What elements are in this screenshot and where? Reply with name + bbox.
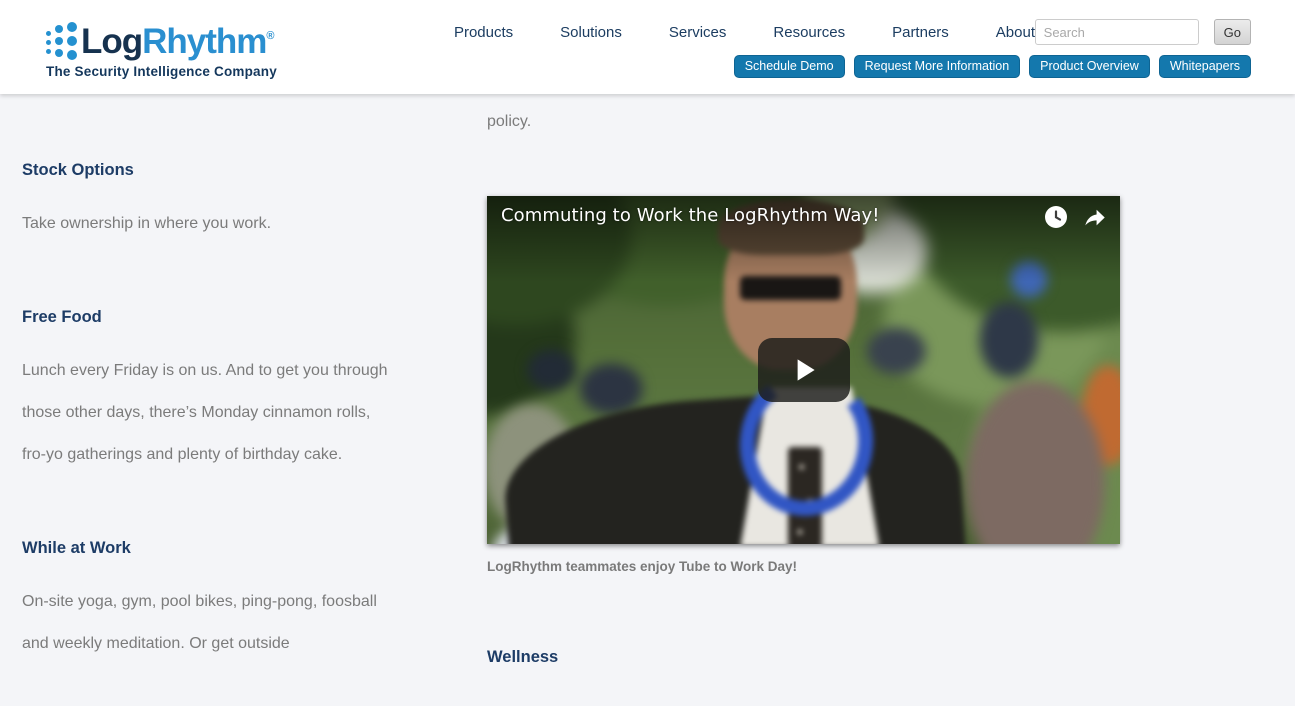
wellness-heading: Wellness bbox=[487, 647, 1120, 667]
registered-mark: ® bbox=[266, 30, 273, 42]
play-button[interactable] bbox=[758, 338, 850, 402]
nav-item-products[interactable]: Products bbox=[454, 24, 513, 41]
request-info-button[interactable]: Request More Information bbox=[854, 55, 1021, 78]
logrhythm-logo[interactable]: LogRhythm® The Security Intelligence Com… bbox=[46, 16, 277, 79]
nav-item-services[interactable]: Services bbox=[669, 24, 727, 41]
logo-word-log: Log bbox=[81, 22, 142, 61]
main-nav: Products Solutions Services Resources Pa… bbox=[454, 24, 1035, 41]
logo-tagline: The Security Intelligence Company bbox=[46, 64, 277, 79]
nav-item-solutions[interactable]: Solutions bbox=[560, 24, 622, 41]
product-overview-button[interactable]: Product Overview bbox=[1029, 55, 1150, 78]
nav-item-resources[interactable]: Resources bbox=[773, 24, 845, 41]
search-bar: Go bbox=[1035, 19, 1251, 45]
benefits-column: Stock Options Take ownership in where yo… bbox=[22, 94, 397, 665]
logo-wordmark: LogRhythm® bbox=[81, 16, 274, 62]
benefit-heading: Free Food bbox=[22, 307, 397, 327]
paragraph-tail: policy. bbox=[487, 101, 1120, 143]
nav-item-partners[interactable]: Partners bbox=[892, 24, 949, 41]
content-column: policy. Commuting to Work the LogRhythm … bbox=[487, 94, 1120, 667]
share-icon[interactable] bbox=[1082, 205, 1106, 229]
benefit-while-at-work: While at Work On-site yoga, gym, pool bi… bbox=[22, 538, 397, 665]
benefit-heading: While at Work bbox=[22, 538, 397, 558]
search-go-button[interactable]: Go bbox=[1214, 19, 1251, 45]
video-title[interactable]: Commuting to Work the LogRhythm Way! bbox=[501, 205, 880, 226]
logo-dots-icon bbox=[46, 22, 78, 56]
whitepapers-button[interactable]: Whitepapers bbox=[1159, 55, 1251, 78]
logo-word-rhythm: Rhythm bbox=[142, 22, 266, 61]
schedule-demo-button[interactable]: Schedule Demo bbox=[734, 55, 845, 78]
benefit-text: On-site yoga, gym, pool bikes, ping-pong… bbox=[22, 581, 397, 665]
benefit-text: Take ownership in where you work. bbox=[22, 203, 397, 245]
nav-item-about[interactable]: About bbox=[996, 24, 1035, 41]
play-icon bbox=[787, 353, 821, 387]
benefit-text: Lunch every Friday is on us. And to get … bbox=[22, 350, 397, 476]
search-input[interactable] bbox=[1035, 19, 1199, 45]
benefit-stock-options: Stock Options Take ownership in where yo… bbox=[22, 160, 397, 245]
youtube-video-player[interactable]: Commuting to Work the LogRhythm Way! bbox=[487, 196, 1120, 544]
site-header: LogRhythm® The Security Intelligence Com… bbox=[0, 0, 1295, 94]
cta-button-row: Schedule Demo Request More Information P… bbox=[734, 55, 1251, 78]
benefit-heading: Stock Options bbox=[22, 160, 397, 180]
watch-later-icon[interactable] bbox=[1044, 205, 1068, 229]
video-caption: LogRhythm teammates enjoy Tube to Work D… bbox=[487, 559, 1120, 574]
benefit-free-food: Free Food Lunch every Friday is on us. A… bbox=[22, 307, 397, 476]
